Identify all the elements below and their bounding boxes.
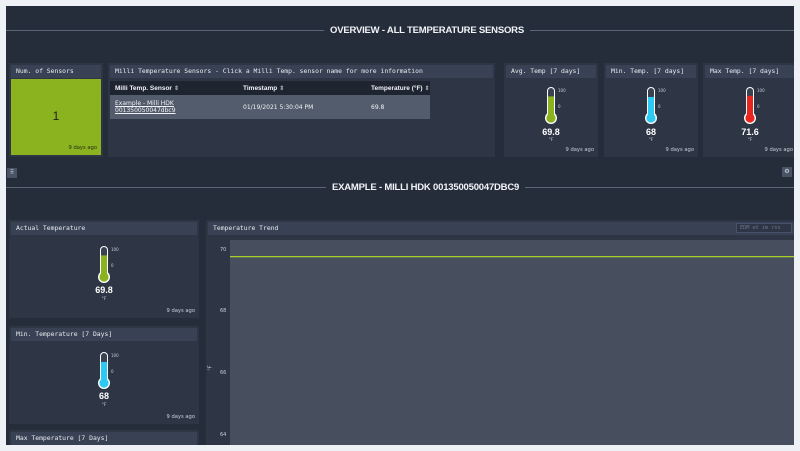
sensor-name-link[interactable]: Example - Milli HDK 001350050047dbc9 (115, 100, 176, 114)
thermometer-icon: 100 0 (645, 87, 666, 124)
sensor-table: Milli Temp. Sensor ⇕ Timestamp ⇕ Temperatu… (110, 81, 430, 119)
scale-min-label: 0 (111, 263, 114, 268)
y-tick-label: 70 (220, 247, 227, 253)
min-temp-7-title: Min. Temperature [7 Days] (11, 328, 197, 341)
avg-temp-unit: °F (548, 138, 554, 143)
min-temp-7-thermometer: 100 0 (9, 350, 199, 390)
dashboard: OVERVIEW - ALL TEMPERATURE SENSORS Num. … (6, 6, 794, 445)
avg-temp-thermometer: 100 0 (504, 85, 598, 125)
max-temp-value: 71.6 (741, 127, 759, 137)
thermometer-icon: 100 0 (744, 87, 765, 124)
detail-header: EXAMPLE - MILLI HDK 001350050047DBC9 (6, 180, 794, 194)
avg-temp-ago: 9 days ago (565, 147, 595, 153)
num-sensors-value: 1 (52, 109, 60, 123)
min-temp-value: 68 (645, 127, 656, 137)
thermometer-bulb (646, 113, 656, 123)
sort-icon[interactable]: ⇕ (279, 86, 284, 92)
timestamp-cell: 01/19/2021 5:30:04 PM (243, 103, 314, 111)
num-sensors-title: Num. of Sensors (11, 65, 101, 78)
min-temp-7-panel: Min. Temperature [7 Days] 100 0 68 °F 9 d… (9, 326, 199, 424)
min-temp-unit: °F (648, 138, 654, 143)
trend-chart (230, 255, 794, 258)
overview-header: OVERVIEW - ALL TEMPERATURE SENSORS (6, 23, 794, 37)
thermometer-icon: 100 0 (98, 246, 119, 283)
y-tick-label: 68 (220, 308, 227, 314)
max-temp-ago: 9 days ago (764, 147, 794, 153)
thermometer-icon: 100 0 (545, 87, 566, 124)
y-tick-label: 66 (220, 370, 227, 376)
max-temp-panel: Max Temp. [7 days] 100 0 71.6 °F 9 days a… (703, 63, 794, 157)
actual-temp-panel: Actual Temperature 100 0 69.8 °F 9 days a… (9, 220, 199, 318)
scale-max-label: 100 (757, 88, 765, 93)
min-temp-title: Min. Temp. [7 days] (606, 65, 696, 78)
min-temp-7-ago: 9 days ago (166, 414, 196, 420)
scale-max-label: 100 (111, 247, 119, 252)
thermometer-bulb (546, 113, 556, 123)
min-temp-7-value: 68 (98, 391, 109, 401)
column-header-temperature[interactable]: Temperature (°F) ⇕ (366, 81, 430, 95)
scale-min-label: 0 (558, 104, 561, 109)
avg-temp-title: Avg. Temp [7 days] (506, 65, 596, 78)
temperature-cell: 69.8 (371, 103, 385, 111)
min-temp-panel: Min. Temp. [7 days] 100 0 68 °F 9 days ag… (604, 63, 698, 157)
thermometer-bulb (99, 272, 109, 282)
avg-temp-panel: Avg. Temp [7 days] 100 0 69.8 °F 9 days a… (504, 63, 598, 157)
actual-temp-value: 69.8 (95, 285, 113, 295)
scale-min-label: 0 (658, 104, 661, 109)
column-header-sensor[interactable]: Milli Temp. Sensor ⇕ (110, 81, 238, 95)
avg-temp-value: 69.8 (542, 127, 560, 137)
table-header-row: Milli Temp. Sensor ⇕ Timestamp ⇕ Temperatu… (110, 81, 430, 95)
trend-ylabel: °F (207, 365, 214, 371)
thermometer-bulb (99, 378, 109, 388)
actual-temp-thermometer: 100 0 (9, 244, 199, 284)
column-header-timestamp[interactable]: Timestamp ⇕ (238, 81, 366, 95)
thermometer-icon: 100 0 (98, 352, 119, 389)
y-tick-label: 64 (220, 432, 227, 438)
scale-max-label: 100 (658, 88, 666, 93)
actual-temp-ago: 9 days ago (166, 308, 196, 314)
scale-max-label: 100 (111, 353, 119, 358)
drag-handle-icon[interactable]: ⠿ (7, 168, 17, 178)
scale-min-label: 0 (757, 104, 760, 109)
gear-icon[interactable]: ⚙ (782, 167, 792, 177)
overview-title: OVERVIEW - ALL TEMPERATURE SENSORS (330, 24, 524, 36)
max-temp-7-panel: Max Temperature [7 Days] (9, 430, 199, 445)
trend-title: Temperature Trend (208, 222, 794, 235)
table-row[interactable]: Example - Milli HDK 001350050047dbc9 01/1… (110, 95, 430, 119)
sort-icon[interactable]: ⇕ (174, 86, 179, 92)
num-sensors-panel: Num. of Sensors 1 9 days ago (9, 63, 103, 157)
sort-icon[interactable]: ⇕ (425, 86, 430, 92)
thermometer-bulb (745, 113, 755, 123)
actual-temp-unit: °F (101, 297, 107, 302)
trend-plot-area[interactable] (230, 240, 794, 445)
max-temp-7-title: Max Temperature [7 Days] (11, 432, 197, 445)
min-temp-thermometer: 100 0 (604, 85, 698, 125)
sensor-table-title: Milli Temperature Sensors - Click a Mill… (110, 65, 493, 78)
num-sensors-ago: 9 days ago (68, 145, 98, 151)
sensor-table-panel: Milli Temperature Sensors - Click a Mill… (108, 63, 495, 157)
min-temp-ago: 9 days ago (665, 147, 695, 153)
detail-title: EXAMPLE - MILLI HDK 001350050047DBC9 (332, 181, 520, 193)
actual-temp-title: Actual Temperature (11, 222, 197, 235)
scale-max-label: 100 (558, 88, 566, 93)
max-temp-thermometer: 100 0 (703, 85, 794, 125)
min-temp-7-unit: °F (101, 403, 107, 408)
max-temp-unit: °F (747, 138, 753, 143)
sensor-name-cell[interactable]: Example - Milli HDK 001350050047dbc9 (110, 95, 238, 119)
num-sensors-tile[interactable]: 1 9 days ago (11, 79, 101, 155)
max-temp-title: Max Temp. [7 days] (705, 65, 794, 78)
trend-panel: Temperature Trend EDM et im rss °F 70 68… (206, 220, 794, 445)
trend-filter-input[interactable]: EDM et im rss (736, 223, 792, 233)
scale-min-label: 0 (111, 369, 114, 374)
